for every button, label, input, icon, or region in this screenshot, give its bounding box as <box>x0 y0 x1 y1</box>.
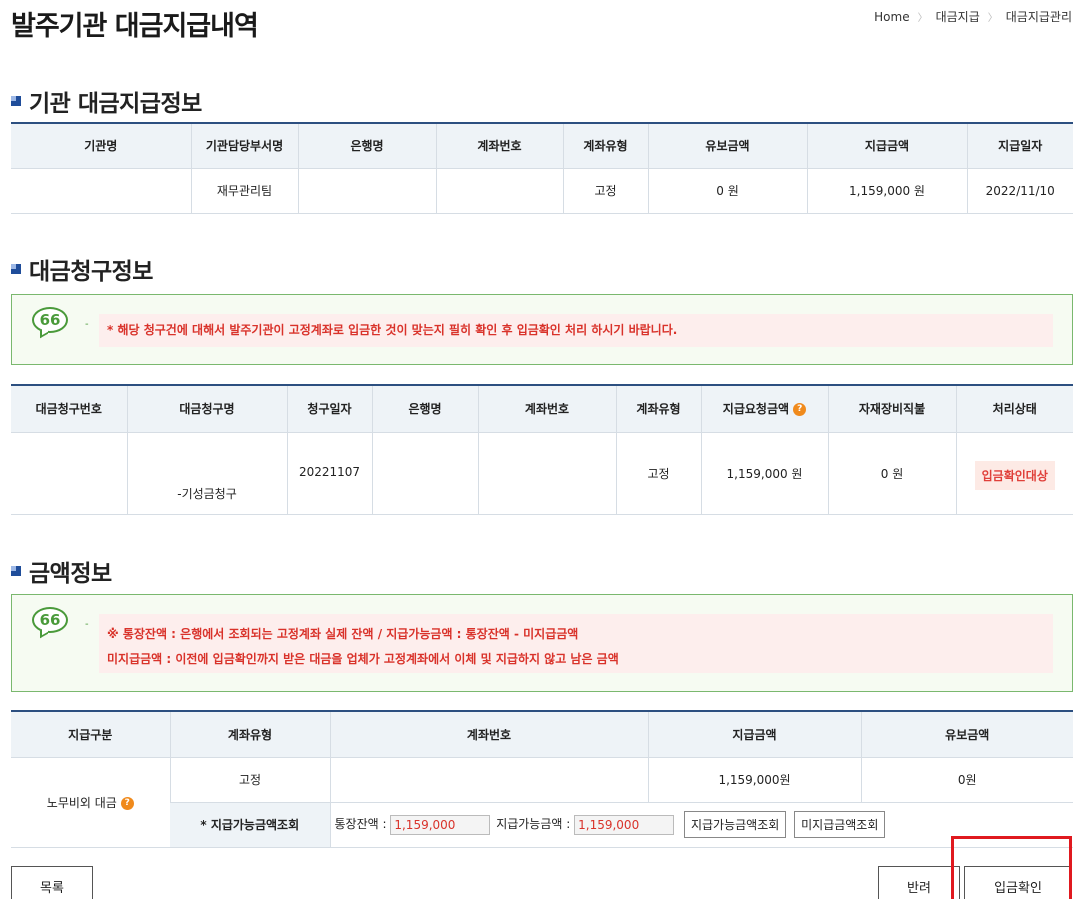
claim-no-cell <box>11 432 127 515</box>
pay-category-cell: 노무비외 대금 ? <box>11 757 170 848</box>
col-header: 계좌유형 <box>562 122 648 169</box>
table-header-row: 지급구분 계좌유형 계좌번호 지급금액 유보금액 <box>11 710 1073 758</box>
available-amount-input[interactable]: 1,159,000 <box>574 814 675 835</box>
col-header: 은행명 <box>371 384 478 433</box>
square-marker-icon <box>11 96 21 106</box>
col-header: 유보금액 <box>860 710 1073 758</box>
col-header: 계좌유형 <box>615 384 701 433</box>
account-no-cell <box>477 432 616 515</box>
amount-notice-box: 66 - ※ 통장잔액 : 은행에서 조회되는 고정계좌 실제 잔액 / 지급가… <box>11 594 1073 692</box>
question-icon[interactable]: ? <box>120 796 134 810</box>
claim-date-cell: 20221107 <box>286 432 372 515</box>
balance-input[interactable]: 1,159,000 <box>390 814 491 835</box>
table-header-row: 기관명 기관담당부서명 은행명 계좌번호 계좌유형 유보금액 지급금액 지급일자 <box>11 122 1073 169</box>
bullet-dash: - <box>85 619 89 630</box>
notice-line: 미지급금액 : 이전에 입금확인까지 받은 대금을 업체가 고정계좌에서 이체 … <box>107 652 619 666</box>
inquiry-row: * 지급가능금액조회 통장잔액 : 1,159,000 지급가능금액 : 1,1… <box>11 802 1073 848</box>
available-label: 지급가능금액 : <box>496 817 571 831</box>
request-amount-cell: 1,159,000 원 <box>700 432 828 515</box>
inquiry-label-cell: * 지급가능금액조회 <box>170 802 330 848</box>
unpaid-amount-inquiry-button[interactable]: 미지급금액조회 <box>794 811 886 838</box>
col-header: 자재장비직불 <box>827 384 956 433</box>
status-badge: 입금확인대상 <box>974 460 1055 490</box>
col-header: 대금청구명 <box>126 384 287 433</box>
section-title-amount: 금액정보 <box>11 554 112 588</box>
notice-line: ※ 통장잔액 : 은행에서 조회되는 고정계좌 실제 잔액 / 지급가능금액 :… <box>107 627 579 641</box>
org-payment-table: 기관명 기관담당부서명 은행명 계좌번호 계좌유형 유보금액 지급금액 지급일자… <box>11 122 1073 214</box>
breadcrumb-home[interactable]: Home <box>874 10 909 24</box>
breadcrumb-payment[interactable]: 대금지급 <box>936 8 980 25</box>
col-header: 지급구분 <box>11 710 170 758</box>
list-button[interactable]: 목록 <box>11 866 93 899</box>
claim-notice-box: 66 - * 해당 청구건에 대해서 발주기관이 고정계좌로 입금한 것이 맞는… <box>11 294 1073 365</box>
inquiry-controls-cell: 통장잔액 : 1,159,000 지급가능금액 : 1,159,000 지급가능… <box>329 802 1073 848</box>
table-header-row: 대금청구번호 대금청구명 청구일자 은행명 계좌번호 계좌유형 지급요청금액 ?… <box>11 384 1073 433</box>
amount-notice-text: ※ 통장잔액 : 은행에서 조회되는 고정계좌 실제 잔액 / 지급가능금액 :… <box>99 614 1053 673</box>
pay-amount-cell: 1,159,000원 <box>647 757 861 803</box>
col-header: 지급금액 <box>806 122 967 169</box>
claim-notice-text: * 해당 청구건에 대해서 발주기관이 고정계좌로 입금한 것이 맞는지 필히 … <box>99 314 1053 347</box>
chevron-right-icon: 〉 <box>987 13 998 24</box>
col-header: 계좌번호 <box>435 122 563 169</box>
col-header: 대금청구번호 <box>11 384 127 433</box>
question-icon[interactable]: ? <box>793 403 807 417</box>
account-type-cell: 고정 <box>169 757 330 803</box>
bank-name-cell <box>371 432 478 515</box>
reject-button[interactable]: 반려 <box>878 866 960 899</box>
col-header-text: 지급요청금액 <box>722 402 790 417</box>
quote-bubble-icon: 66 <box>32 607 68 633</box>
pay-date-cell: 2022/11/10 <box>966 168 1073 214</box>
section-title-claim: 대금청구정보 <box>11 252 153 286</box>
confirm-deposit-button[interactable]: 입금확인 <box>964 866 1072 899</box>
dept-name-cell: 재무관리팀 <box>190 168 298 214</box>
amount-table: 지급구분 계좌유형 계좌번호 지급금액 유보금액 노무비외 대금 ? 고정 1,… <box>11 710 1073 848</box>
section-title-text: 대금청구정보 <box>29 259 153 285</box>
col-header: 지급요청금액 ? <box>700 384 828 433</box>
table-row: -기성금청구 20221107 고정 1,159,000 원 0 원 입금확인대… <box>11 432 1073 515</box>
col-header: 기관담당부서명 <box>190 122 298 169</box>
square-marker-icon <box>11 264 21 274</box>
bank-name-cell <box>297 168 436 214</box>
col-header: 처리상태 <box>955 384 1073 433</box>
col-header: 계좌번호 <box>329 710 648 758</box>
claim-table: 대금청구번호 대금청구명 청구일자 은행명 계좌번호 계좌유형 지급요청금액 ?… <box>11 384 1073 515</box>
table-row: 노무비외 대금 ? 고정 1,159,000원 0원 <box>11 757 1073 848</box>
col-header: 기관명 <box>11 122 191 169</box>
account-no-cell <box>329 757 648 803</box>
col-header: 유보금액 <box>647 122 807 169</box>
chevron-right-icon: 〉 <box>917 13 928 24</box>
reserve-amount-cell: 0원 <box>860 757 1073 803</box>
available-amount-inquiry-button[interactable]: 지급가능금액조회 <box>683 811 787 838</box>
pay-category-label: 노무비외 대금 <box>46 795 117 810</box>
material-direct-cell: 0 원 <box>827 432 956 515</box>
col-header: 청구일자 <box>286 384 372 433</box>
bullet-dash: - <box>85 319 89 330</box>
square-marker-icon <box>11 566 21 576</box>
account-no-cell <box>435 168 563 214</box>
section-title-text: 금액정보 <box>29 561 112 587</box>
account-type-cell: 고정 <box>562 168 648 214</box>
table-row: 재무관리팀 고정 0 원 1,159,000 원 2022/11/10 <box>11 168 1073 214</box>
quote-bubble-icon: 66 <box>32 307 68 333</box>
claim-name-cell: -기성금청구 <box>126 432 287 515</box>
org-name-cell <box>11 168 191 214</box>
col-header: 계좌유형 <box>169 710 330 758</box>
pay-amount-cell: 1,159,000 원 <box>806 168 967 214</box>
status-cell: 입금확인대상 <box>955 432 1073 515</box>
col-header: 지급금액 <box>647 710 861 758</box>
section-title-org-payment: 기관 대금지급정보 <box>11 84 202 118</box>
page-title: 발주기관 대금지급내역 <box>11 11 259 42</box>
col-header: 계좌번호 <box>477 384 616 433</box>
balance-label: 통장잔액 : <box>334 817 387 831</box>
breadcrumb: Home 〉 대금지급 〉 대금지급관리 <box>874 8 1072 25</box>
account-type-cell: 고정 <box>615 432 701 515</box>
section-title-text: 기관 대금지급정보 <box>29 91 202 117</box>
reserve-amount-cell: 0 원 <box>647 168 807 214</box>
breadcrumb-payment-manage[interactable]: 대금지급관리 <box>1006 8 1072 25</box>
col-header: 은행명 <box>297 122 436 169</box>
col-header: 지급일자 <box>966 122 1073 169</box>
